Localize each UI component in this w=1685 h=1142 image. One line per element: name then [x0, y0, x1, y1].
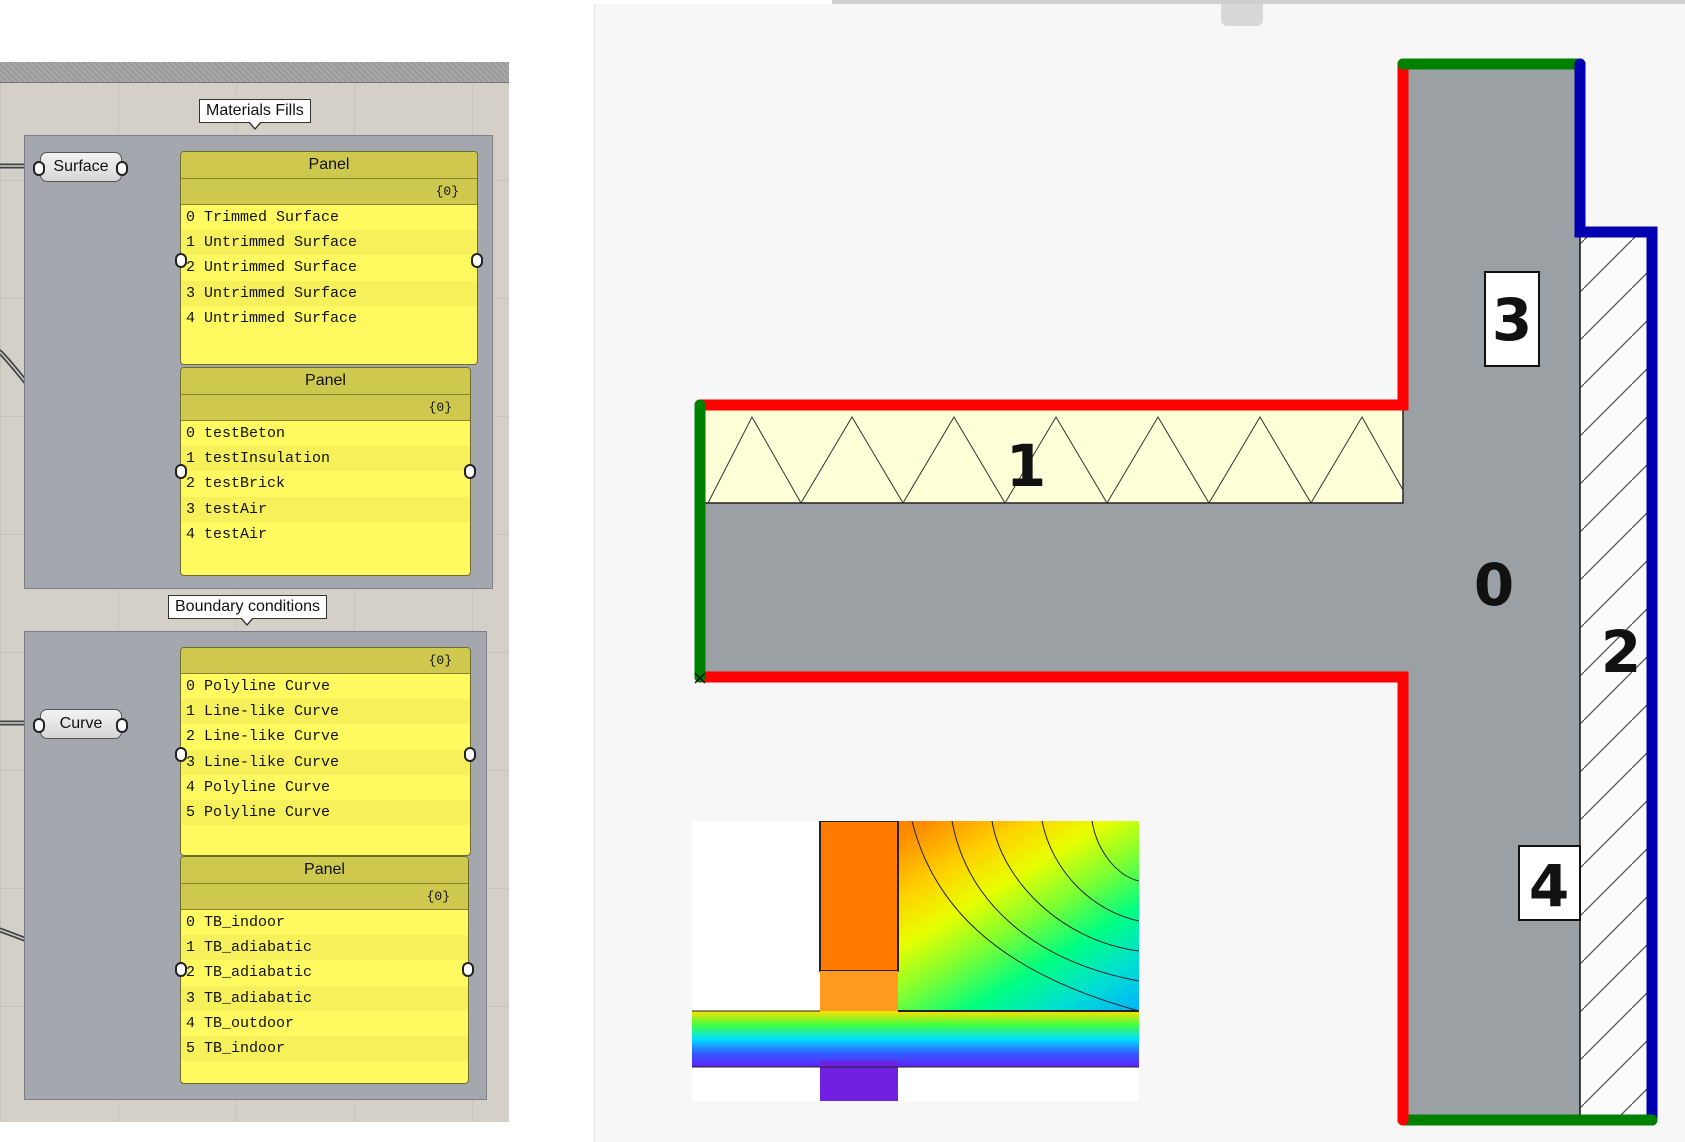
air-top-label: 3 — [1492, 286, 1532, 354]
air-bottom-label: 4 — [1529, 852, 1569, 920]
concrete-label: 0 — [1474, 551, 1514, 619]
brick-label: 2 — [1601, 618, 1641, 686]
insulation-label: 1 — [1006, 432, 1046, 500]
thermal-simulation-image — [692, 821, 1139, 1101]
indoor-boundary-top — [694, 58, 1409, 411]
insulation-region — [699, 404, 1404, 504]
